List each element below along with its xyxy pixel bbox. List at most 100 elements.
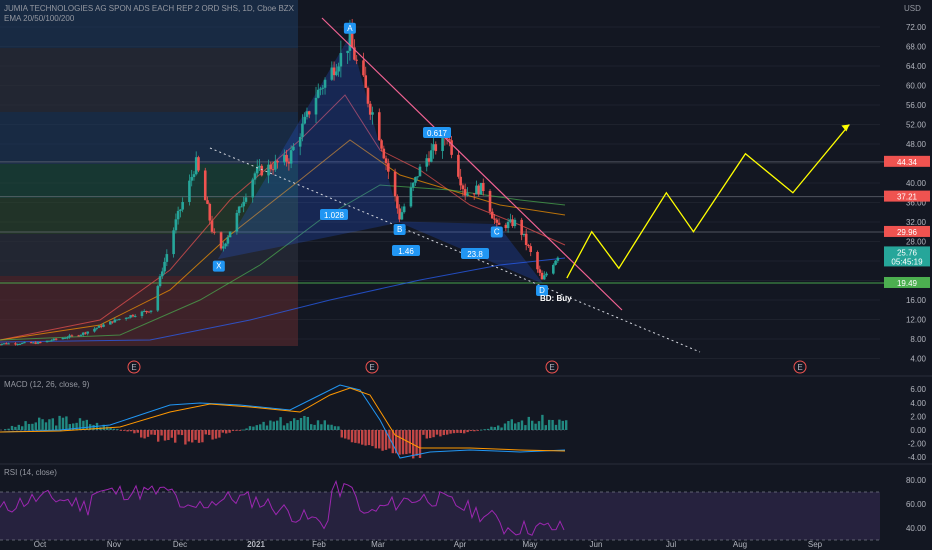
macd-tick-label: -4.00 xyxy=(908,453,927,462)
macd-histogram-bar xyxy=(405,430,408,455)
macd-tick-label: 2.00 xyxy=(910,412,926,421)
macd-histogram-bar xyxy=(289,421,292,430)
candle-body xyxy=(285,154,288,162)
time-tick-label: Apr xyxy=(454,540,467,549)
macd-histogram-bar xyxy=(163,430,167,441)
macd-histogram-bar xyxy=(21,426,24,430)
candle-body xyxy=(97,325,101,328)
candle-body xyxy=(149,310,153,312)
macd-histogram-bar xyxy=(374,430,377,449)
chart-canvas[interactable]: XAB CD0.6171.0281.46 23.8BD: Buy 72.0068.0… xyxy=(0,0,932,550)
price-tick-label: 48.00 xyxy=(906,140,927,149)
candle-body xyxy=(414,177,417,183)
macd-histogram-bar xyxy=(350,430,354,443)
candle-body xyxy=(509,219,512,222)
macd-histogram-bar xyxy=(429,430,432,439)
macd-histogram-bar xyxy=(58,415,61,430)
macd-histogram-bar xyxy=(187,430,190,442)
candle-body xyxy=(206,200,209,204)
macd-histogram-bar xyxy=(276,420,279,430)
candle-body xyxy=(0,343,4,345)
candle-body xyxy=(425,158,429,167)
macd-histogram-bar xyxy=(204,430,207,435)
macd-histogram-bar xyxy=(82,420,85,430)
candle-body xyxy=(350,31,354,48)
candle-body xyxy=(20,342,24,344)
candle-body xyxy=(176,210,180,220)
candle-body xyxy=(111,321,114,323)
macd-histogram-bar xyxy=(313,424,316,430)
macd-histogram-bar xyxy=(361,430,364,445)
candle-body xyxy=(319,88,322,90)
rsi-tick-label: 60.00 xyxy=(906,500,927,509)
macd-histogram-bar xyxy=(520,420,524,430)
candle-body xyxy=(368,103,372,115)
macd-histogram-bar xyxy=(14,426,17,430)
time-tick-label: Jul xyxy=(666,540,676,549)
macd-histogram-bar xyxy=(558,419,561,430)
macd-histogram-bar xyxy=(51,418,54,430)
macd-histogram-bar xyxy=(493,427,496,430)
time-tick-label: Nov xyxy=(107,540,121,549)
candle-body xyxy=(536,252,539,270)
macd-histogram-bar xyxy=(140,430,143,438)
macd-histogram-bar xyxy=(61,417,65,430)
candle-body xyxy=(305,111,309,117)
rsi-tick-label: 40.00 xyxy=(906,524,927,533)
macd-histogram-bar xyxy=(221,430,224,433)
candle-body xyxy=(479,182,483,195)
candle-body xyxy=(529,246,533,253)
candle-body xyxy=(481,182,485,191)
candle-body xyxy=(222,246,225,249)
macd-histogram-bar xyxy=(262,421,265,430)
macd-histogram-bar xyxy=(272,421,275,430)
macd-histogram-bar xyxy=(279,417,282,430)
macd-histogram-bar xyxy=(231,430,235,431)
candle-body xyxy=(409,187,413,207)
rsi-label: RSI (14, close) xyxy=(4,468,57,477)
candle-body xyxy=(398,208,401,220)
candle-body xyxy=(463,189,467,196)
macd-histogram-bar xyxy=(337,426,340,430)
price-tick-label: 8.00 xyxy=(910,335,926,344)
macd-histogram-bar xyxy=(422,430,425,435)
candle-body xyxy=(194,157,198,175)
macd-histogram-bar xyxy=(27,423,31,430)
candle-body xyxy=(258,165,261,168)
price-tag: 29.96 xyxy=(897,228,918,237)
time-tick-label: 2021 xyxy=(247,540,265,549)
candle-body xyxy=(271,169,275,171)
candle-body xyxy=(400,212,404,220)
candle-body xyxy=(109,321,112,325)
macd-histogram-bar xyxy=(235,430,238,431)
time-tick-label: Mar xyxy=(371,540,385,549)
price-tag: 44.34 xyxy=(897,158,918,167)
price-tick-label: 16.00 xyxy=(906,296,927,305)
candle-body xyxy=(188,180,191,202)
candle-body xyxy=(133,316,137,318)
macd-histogram-bar xyxy=(218,430,221,438)
macd-histogram-bar xyxy=(214,430,218,439)
macd-histogram-bar xyxy=(527,416,530,430)
candle-body xyxy=(253,173,257,180)
macd-histogram-bar xyxy=(517,422,520,430)
candle-body xyxy=(314,97,318,115)
macd-histogram-bar xyxy=(503,423,507,430)
candle-body xyxy=(366,87,370,104)
candle-body xyxy=(382,148,386,159)
macd-histogram-bar xyxy=(537,421,541,430)
macd-histogram-bar xyxy=(510,419,513,430)
macd-histogram-bar xyxy=(177,430,180,435)
macd-histogram-bar xyxy=(4,429,7,430)
macd-histogram-bar xyxy=(473,430,476,432)
candle-body xyxy=(34,342,38,344)
macd-histogram-bar xyxy=(184,430,187,445)
candle-body xyxy=(63,337,67,339)
macd-histogram-bar xyxy=(371,430,374,447)
candle-body xyxy=(387,163,390,172)
macd-histogram-bar xyxy=(480,429,483,431)
candle-body xyxy=(147,311,151,313)
macd-tick-label: 6.00 xyxy=(910,385,926,394)
macd-histogram-bar xyxy=(7,428,10,430)
macd-histogram-bar xyxy=(323,420,326,430)
